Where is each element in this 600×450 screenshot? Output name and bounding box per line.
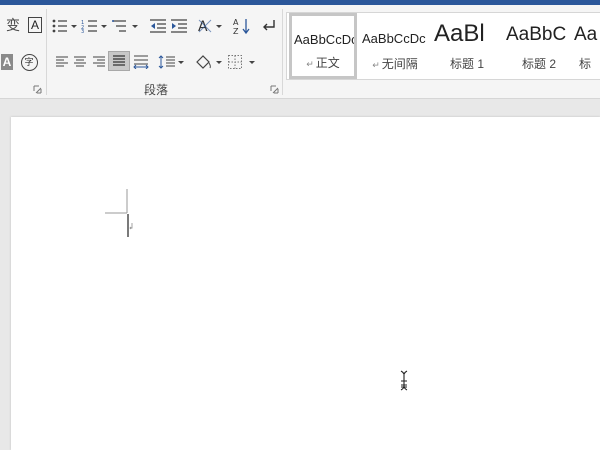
- align-right-button[interactable]: [88, 52, 110, 72]
- chinese-layout-icon: A: [198, 19, 222, 34]
- shading-button[interactable]: [193, 52, 223, 72]
- enclose-characters-icon: 字: [20, 53, 38, 71]
- page-marks: [105, 189, 408, 391]
- character-shading-icon: A: [1, 54, 13, 70]
- chinese-layout-button[interactable]: A: [196, 16, 224, 36]
- style-name: 标题 2: [521, 57, 556, 71]
- document-page[interactable]: [11, 117, 600, 450]
- paragraph-mark-icon: [129, 223, 133, 230]
- justify-icon: [113, 55, 125, 66]
- style-sample: AaBbCcDc: [362, 31, 426, 46]
- decrease-indent-icon: [150, 19, 166, 33]
- style-sample: AaBl: [434, 20, 485, 47]
- paragraph-mark-icon: [263, 20, 275, 31]
- svg-text:3: 3: [81, 29, 84, 33]
- justify-button[interactable]: [108, 51, 130, 71]
- style-normal[interactable]: AaBbCcDc ↵ 正文: [289, 13, 357, 79]
- svg-text:A: A: [233, 18, 239, 27]
- svg-text:Z: Z: [233, 27, 239, 35]
- increase-indent-button[interactable]: [168, 16, 190, 36]
- style-sample: AaBbC: [506, 24, 567, 45]
- paint-bucket-icon: [196, 55, 222, 69]
- character-border-button[interactable]: A: [24, 15, 46, 35]
- sort-icon: A Z: [233, 18, 250, 35]
- style-name: 标题 1: [449, 57, 484, 71]
- i-beam-cursor-icon: [400, 370, 408, 391]
- align-left-icon: [56, 56, 68, 67]
- character-shading-button[interactable]: A: [0, 52, 14, 72]
- style-sample: AaBbCcDc: [294, 32, 357, 47]
- line-spacing-button[interactable]: [157, 52, 185, 72]
- phonetic-guide-button[interactable]: 变: [2, 15, 24, 35]
- multilevel-list-button[interactable]: [111, 16, 139, 36]
- enclose-characters-button[interactable]: 字: [18, 52, 40, 72]
- phonetic-guide-icon: 变: [6, 18, 20, 34]
- font-dialog-launcher-icon[interactable]: [33, 85, 42, 94]
- align-center-icon: [74, 56, 86, 67]
- show-hide-marks-button[interactable]: [258, 16, 280, 36]
- group-separator: [282, 9, 283, 95]
- style-heading-2[interactable]: AaBbC 标题 2: [503, 13, 575, 79]
- distributed-button[interactable]: [130, 52, 152, 72]
- style-sample: Aa: [574, 24, 598, 45]
- styles-gallery: AaBbCcDc ↵ 正文 AaBbCcDc ↵ 无间隔 AaBl 标题 1 AaB…: [286, 12, 600, 80]
- multilevel-list-icon: [112, 20, 138, 32]
- bullets-icon: [52, 19, 77, 33]
- numbering-icon: 1 2 3: [81, 20, 107, 33]
- borders-button[interactable]: [226, 52, 256, 72]
- group-separator: [46, 9, 47, 95]
- numbering-button[interactable]: 1 2 3: [80, 16, 108, 36]
- style-name: ↵ 无间隔: [372, 57, 418, 71]
- style-name: ↵ 正文: [306, 56, 340, 70]
- paragraph-dialog-launcher-icon[interactable]: [270, 85, 279, 94]
- character-border-icon: A: [28, 17, 42, 33]
- increase-indent-icon: [171, 19, 187, 33]
- distributed-icon: [133, 55, 149, 69]
- sort-button[interactable]: A Z: [231, 16, 253, 36]
- style-heading-1[interactable]: AaBl 标题 1: [431, 13, 503, 79]
- style-no-spacing[interactable]: AaBbCcDc ↵ 无间隔: [359, 13, 431, 79]
- line-spacing-icon: [158, 55, 184, 69]
- ribbon: 变 A A 字 1 2 3 A A Z 段落 AaBbCcDc ↵ 正文 AaB…: [0, 5, 600, 99]
- text-boundary-corner-mark: [105, 189, 128, 214]
- borders-icon: [228, 55, 255, 69]
- style-title[interactable]: Aa 标: [571, 13, 600, 79]
- align-right-icon: [93, 56, 105, 67]
- paragraph-group-label: 段落: [144, 83, 169, 97]
- decrease-indent-button[interactable]: [147, 16, 169, 36]
- style-name: 标: [579, 57, 592, 71]
- bullets-button[interactable]: [50, 16, 78, 36]
